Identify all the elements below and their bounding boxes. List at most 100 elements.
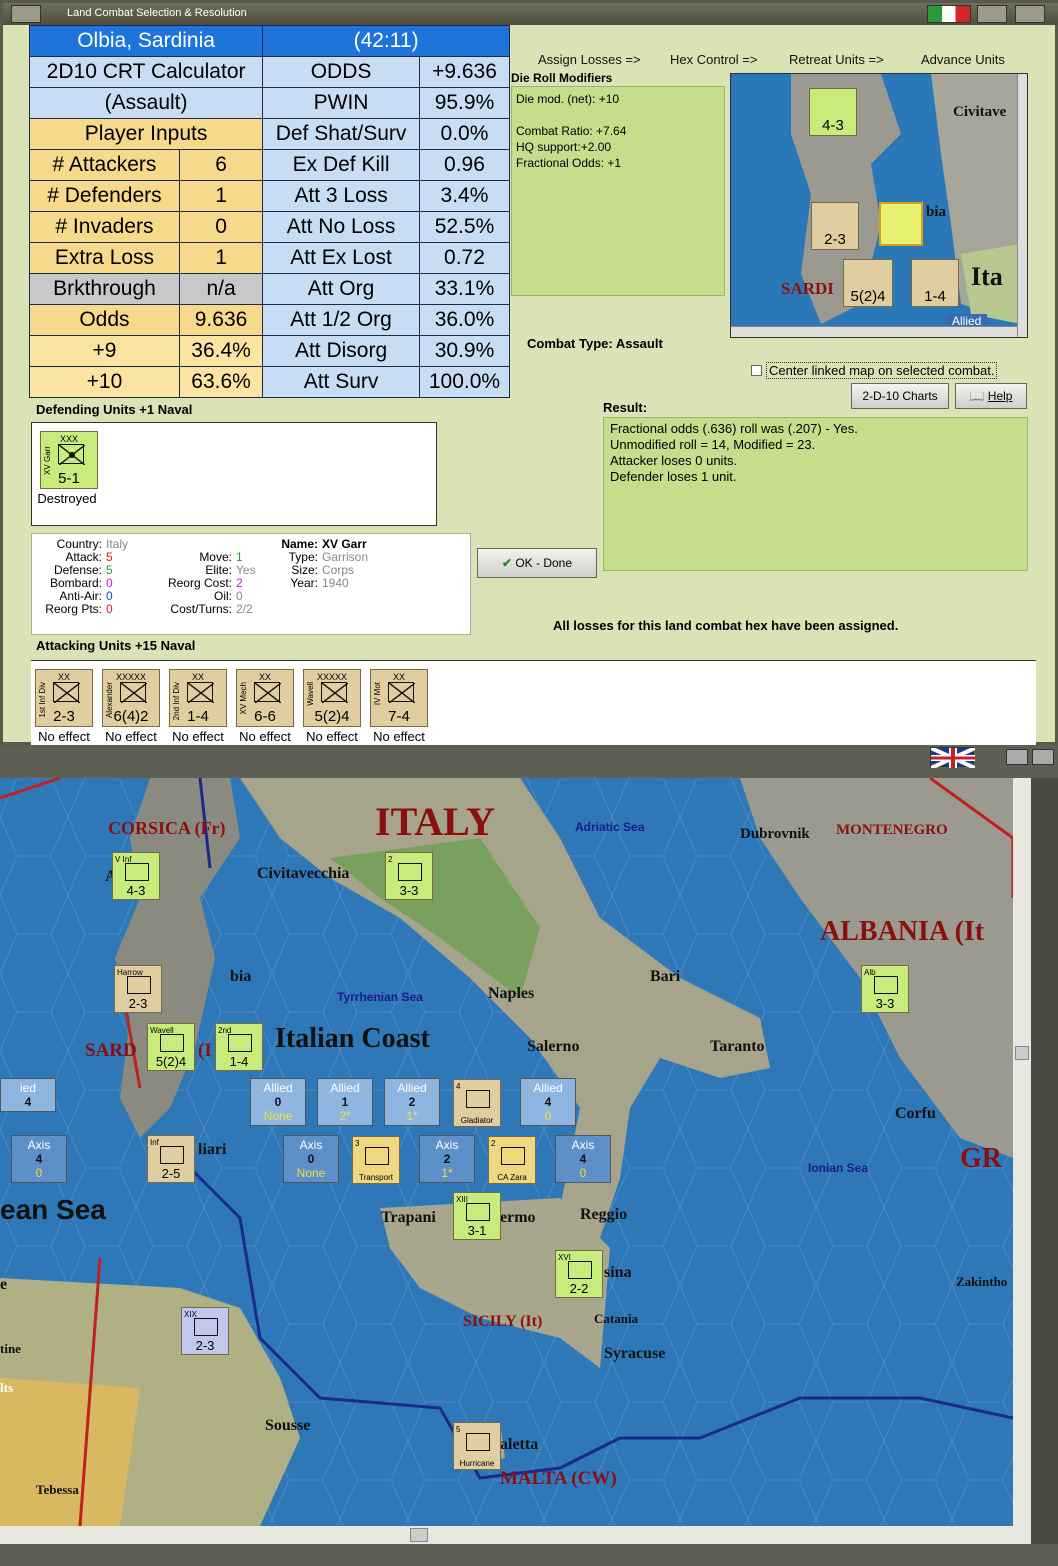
map-stack-info[interactable]: ied 4: [0, 1078, 56, 1112]
info-label: Name:: [281, 537, 318, 551]
map-unit-counter[interactable]: Harrow 2-3: [114, 965, 162, 1013]
stack-detail: 0: [579, 1166, 587, 1180]
map-stack-info[interactable]: Axis 2 1*: [419, 1135, 475, 1183]
map-close-icon[interactable]: [1032, 749, 1054, 765]
map-stack-info[interactable]: Axis 4 0: [11, 1135, 67, 1183]
map-label-catania: Catania: [594, 1311, 639, 1326]
linked-minimap[interactable]: Civitave bia SARDI Ita 4-3 2-3 5(2)4 1-4…: [730, 73, 1028, 338]
map-unit-value: 1-4: [229, 1054, 249, 1069]
map-stack-info[interactable]: Axis 0 None: [283, 1135, 339, 1183]
attacking-unit-counter[interactable]: XX 1st Inf Div 2-3: [35, 669, 93, 727]
assign-losses-link[interactable]: Assign Losses =>: [538, 52, 641, 67]
strategic-map[interactable]: ITALY CORSICA (Fr) Adriatic Sea Dubrovni…: [0, 778, 1013, 1526]
unit-symbol-icon: [160, 1034, 184, 1052]
map-stack-info[interactable]: Allied 4 0: [520, 1078, 576, 1126]
map-restore-icon[interactable]: [1006, 749, 1028, 765]
map-label-ital-i: (I: [198, 1040, 212, 1061]
crt-input-value[interactable]: 0: [178, 211, 264, 243]
attacking-unit-counter[interactable]: XXXXX Alexander 6(4)2: [102, 669, 160, 727]
crt-input-value[interactable]: 6: [178, 149, 264, 181]
attacking-unit-counter[interactable]: XX XV Mech 6-6: [236, 669, 294, 727]
crt-right-value: 30.9%: [418, 335, 511, 367]
center-linked-map-checkbox[interactable]: Center linked map on selected combat.: [751, 362, 998, 379]
map-stack-info[interactable]: Allied 1 2*: [317, 1078, 373, 1126]
map-unit-counter[interactable]: 2 CA Zara: [488, 1136, 536, 1184]
info-value: 0: [236, 589, 243, 603]
minimap-unit[interactable]: 2-3: [811, 202, 859, 250]
stack-count: 2: [443, 1152, 451, 1166]
window-titlebar[interactable]: Land Combat Selection & Resolution: [3, 3, 1058, 25]
map-label-sicily: SICILY (It): [463, 1313, 543, 1330]
map-unit-counter[interactable]: 5 Hurricane: [453, 1422, 501, 1470]
map-vscroll-thumb[interactable]: [1015, 1046, 1029, 1060]
map-unit-counter[interactable]: XIX 2-3: [181, 1307, 229, 1355]
map-stack-info[interactable]: Allied 0 None: [250, 1078, 306, 1126]
crt-right-label: ODDS: [262, 56, 420, 88]
map-window-titlebar[interactable]: [0, 745, 1058, 778]
retreat-units-link[interactable]: Retreat Units =>: [789, 52, 884, 67]
unit-symbol-icon: [120, 682, 147, 703]
help-button[interactable]: 📖 Help: [955, 383, 1027, 409]
map-unit-counter[interactable]: 2nd 1-4: [215, 1023, 263, 1071]
close-window-icon[interactable]: [1015, 5, 1045, 23]
info-label: Reorg Pts:: [45, 602, 102, 616]
map-unit-counter[interactable]: Alb 3-3: [861, 965, 909, 1013]
attacking-unit-status: No effect: [239, 729, 291, 744]
map-unit-counter[interactable]: Inf 2-5: [147, 1135, 195, 1183]
map-unit-value: Hurricane: [459, 1459, 495, 1468]
minimize-window-icon[interactable]: [11, 5, 41, 23]
minimap-hscroll[interactable]: [731, 326, 1017, 337]
info-label: Type:: [288, 550, 318, 564]
stack-side: ied: [19, 1081, 36, 1095]
restore-window-icon[interactable]: [977, 5, 1007, 23]
crt-input-value[interactable]: 1: [178, 242, 264, 274]
map-stack-info[interactable]: Axis 4 0: [555, 1135, 611, 1183]
unit-symbol-icon: [501, 1147, 525, 1165]
combat-target-icon[interactable]: [879, 202, 923, 246]
map-unit-counter[interactable]: V Inf 4-3: [112, 852, 160, 900]
map-unit-value: Gladiator: [460, 1116, 494, 1125]
unit-symbol-icon: [466, 1433, 490, 1451]
map-unit-counter[interactable]: Wavell 5(2)4: [147, 1023, 195, 1071]
map-label-salerno: Salerno: [527, 1038, 580, 1055]
map-unit-counter[interactable]: 4 Gladiator: [453, 1079, 501, 1127]
unit-symbol-icon: [53, 682, 80, 703]
map-right-frame: [1031, 778, 1058, 1544]
minimap-vscroll[interactable]: [1017, 74, 1027, 337]
map-label-sousse: Sousse: [265, 1417, 311, 1434]
map-label-malta: MALTA (CW): [500, 1468, 617, 1489]
info-value: 1940: [322, 576, 349, 590]
map-horizontal-scrollbar[interactable]: [0, 1526, 1031, 1544]
advance-units-link[interactable]: Advance Units: [921, 52, 1005, 67]
map-stack-info[interactable]: Allied 2 1*: [384, 1078, 440, 1126]
attacking-unit-counter[interactable]: XX IV Mot 7-4: [370, 669, 428, 727]
unit-symbol-icon: [388, 682, 415, 703]
map-unit-counter[interactable]: 2 3-3: [385, 852, 433, 900]
map-hscroll-thumb[interactable]: [410, 1528, 428, 1542]
attacking-unit-counter[interactable]: XX 2nd Inf Div 1-4: [169, 669, 227, 727]
stack-detail: 1*: [406, 1109, 418, 1123]
crt-right-value: 0.96: [418, 149, 511, 181]
map-unit-counter[interactable]: 3 Transport: [352, 1136, 400, 1184]
charts-button[interactable]: 2-D-10 Charts: [851, 383, 949, 409]
stack-side: Allied: [533, 1081, 563, 1095]
map-unit-counter[interactable]: XVI 2-2: [555, 1250, 603, 1298]
ok-done-button[interactable]: ✔ OK - Done: [477, 548, 597, 578]
map-unit-counter[interactable]: XIII 3-1: [453, 1192, 501, 1240]
crt-right-label: Att Disorg: [262, 335, 420, 367]
minimap-unit[interactable]: 1-4: [911, 259, 959, 307]
map-unit-value: 3-3: [399, 883, 419, 898]
crt-input-value[interactable]: 1: [178, 180, 264, 212]
unit-name-vertical: IV Mot: [373, 682, 382, 706]
crt-right-value: 100.0%: [418, 366, 511, 398]
attacking-unit-status: No effect: [38, 729, 90, 744]
map-label-taranto: Taranto: [710, 1038, 765, 1055]
hex-control-link[interactable]: Hex Control =>: [670, 52, 757, 67]
map-vertical-scrollbar[interactable]: [1013, 778, 1031, 1526]
attacking-unit-counter[interactable]: XXXXX Wavell 5(2)4: [303, 669, 361, 727]
minimap-unit[interactable]: 5(2)4: [843, 259, 893, 307]
defending-unit-counter[interactable]: XXX XV Garr 5-1: [40, 431, 98, 489]
minimap-unit[interactable]: 4-3: [809, 88, 857, 136]
info-value: Yes: [236, 563, 256, 577]
checkbox-box[interactable]: [751, 365, 762, 376]
